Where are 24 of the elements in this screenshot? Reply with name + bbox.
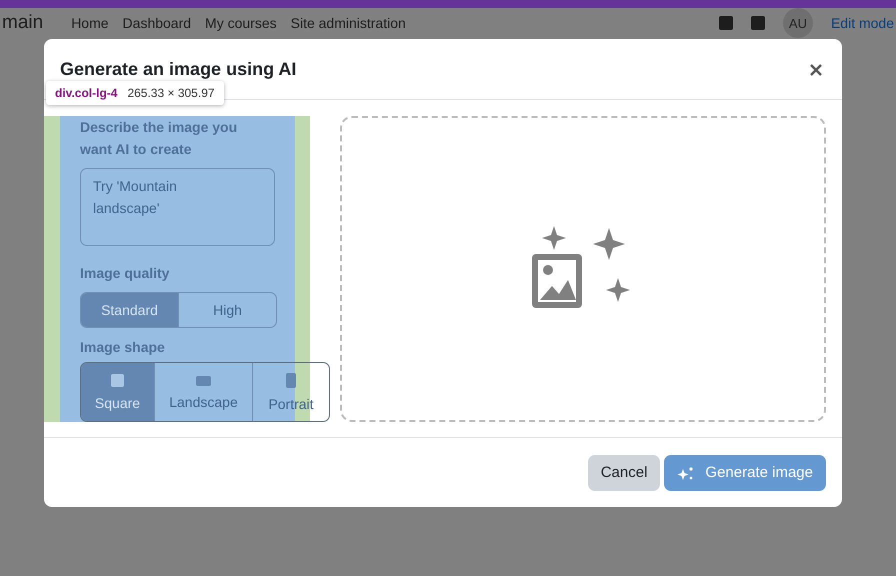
nav-link[interactable]: Site administration <box>290 15 406 31</box>
quality-option[interactable]: High <box>178 293 276 326</box>
shape-option[interactable]: Square <box>81 362 154 421</box>
element-selector: div.col-lg-4 <box>55 86 118 100</box>
nav-link[interactable]: Home <box>71 15 109 31</box>
prompt-label: Describe the image you want AI to create <box>80 118 238 159</box>
generate-button[interactable]: Generate image <box>664 454 826 490</box>
portrait-rectangle-icon <box>286 373 296 388</box>
quality-label: Image quality <box>80 264 170 284</box>
nav-link[interactable]: Dashboard <box>122 15 192 31</box>
modal-title: Generate an image using AI <box>60 58 296 80</box>
element-size: 265.33 × 305.97 <box>127 86 215 100</box>
nav-link[interactable]: My courses <box>205 15 277 31</box>
prompt-field[interactable]: Try 'Mountain landscape' <box>80 168 275 246</box>
site-name[interactable]: main <box>2 12 44 34</box>
quality-option[interactable]: Standard <box>81 293 178 326</box>
cancel-button[interactable]: Cancel <box>588 454 660 490</box>
user-avatar[interactable]: AU <box>782 8 813 38</box>
close-icon <box>810 64 822 76</box>
square-icon <box>111 374 124 387</box>
shape-option[interactable]: Landscape <box>154 362 252 421</box>
sparkles-icon <box>677 466 696 480</box>
edit-mode-link[interactable]: Edit mode <box>830 15 894 31</box>
shape-label: Image shape <box>80 338 166 357</box>
